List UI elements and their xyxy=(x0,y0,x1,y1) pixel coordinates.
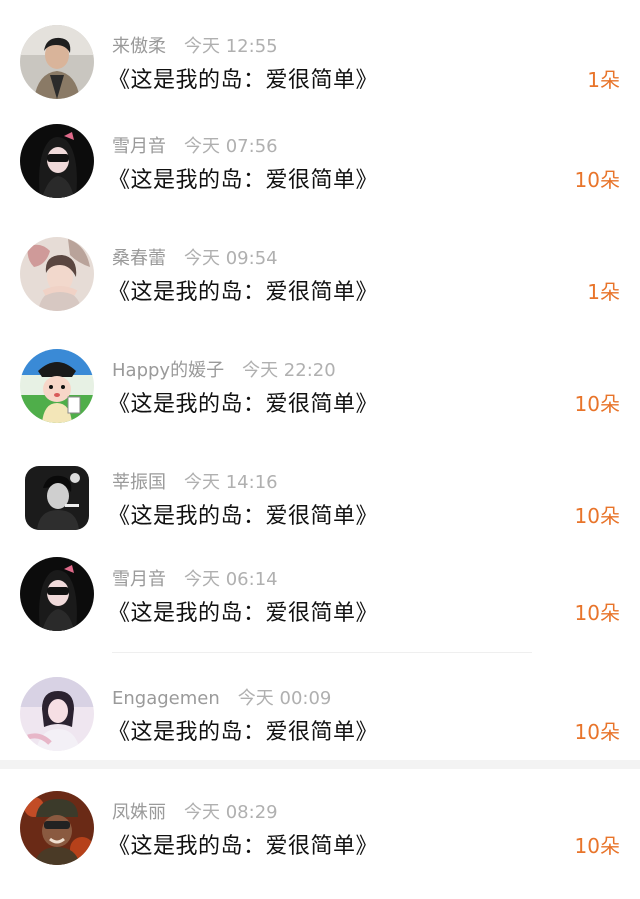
timestamp: 今天 09:54 xyxy=(184,248,278,269)
timestamp: 今天 00:09 xyxy=(237,688,332,709)
list-item[interactable]: 雪月音 今天 06:14 《这是我的岛：爱很简单》 10朵 xyxy=(0,555,640,635)
flower-count: 10朵 xyxy=(574,392,620,416)
flower-count: 10朵 xyxy=(574,834,620,858)
list-item[interactable]: 雪月音 今天 07:56 《这是我的岛：爱很简单》 10朵 xyxy=(0,122,640,202)
sender-name: 雪月音 xyxy=(112,136,166,157)
sender-name: Engagemen xyxy=(112,688,220,709)
book-title: 《这是我的岛：爱很简单》 xyxy=(108,504,379,529)
flower-count: 10朵 xyxy=(574,720,620,744)
meta: 桑春蕾 今天 09:54 xyxy=(112,244,278,270)
flower-count: 1朵 xyxy=(587,280,620,304)
sender-name: 桑春蕾 xyxy=(112,248,166,269)
meta: Engagemen 今天 00:09 xyxy=(112,684,331,710)
sender-name: 凤姝丽 xyxy=(112,802,166,823)
flower-count: 1朵 xyxy=(587,68,620,92)
meta: Happy的媛子 今天 22:20 xyxy=(112,356,336,382)
flower-count: 10朵 xyxy=(574,504,620,528)
meta: 雪月音 今天 07:56 xyxy=(112,132,278,158)
book-title: 《这是我的岛：爱很简单》 xyxy=(108,280,379,305)
divider xyxy=(112,652,532,653)
book-title: 《这是我的岛：爱很简单》 xyxy=(108,834,379,859)
timestamp: 今天 06:14 xyxy=(184,569,278,590)
avatar[interactable] xyxy=(20,237,94,311)
avatar[interactable] xyxy=(20,349,94,423)
sender-name: 来傲柔 xyxy=(112,36,166,57)
flower-count: 10朵 xyxy=(574,601,620,625)
timestamp: 今天 07:56 xyxy=(184,136,278,157)
meta: 莘振国 今天 14:16 xyxy=(112,468,278,494)
book-title: 《这是我的岛：爱很简单》 xyxy=(108,720,379,745)
sender-name: 雪月音 xyxy=(112,569,166,590)
avatar[interactable] xyxy=(20,557,94,631)
timestamp: 今天 22:20 xyxy=(242,360,336,381)
sender-name: Happy的媛子 xyxy=(112,360,225,381)
book-title: 《这是我的岛：爱很简单》 xyxy=(108,601,379,626)
list-item[interactable]: Happy的媛子 今天 22:20 《这是我的岛：爱很简单》 10朵 xyxy=(0,346,640,426)
timestamp: 今天 12:55 xyxy=(184,36,278,57)
book-title: 《这是我的岛：爱很简单》 xyxy=(108,392,379,417)
section-gap xyxy=(0,760,640,769)
list-item[interactable]: 来傲柔 今天 12:55 《这是我的岛：爱很简单》 1朵 xyxy=(0,22,640,102)
timestamp: 今天 14:16 xyxy=(184,472,278,493)
timestamp: 今天 08:29 xyxy=(184,802,278,823)
sender-name: 莘振国 xyxy=(112,472,166,493)
list-item[interactable]: 莘振国 今天 14:16 《这是我的岛：爱很简单》 10朵 xyxy=(0,458,640,538)
avatar[interactable] xyxy=(20,791,94,865)
avatar[interactable] xyxy=(25,466,89,530)
list-item[interactable]: Engagemen 今天 00:09 《这是我的岛：爱很简单》 10朵 xyxy=(0,674,640,754)
meta: 来傲柔 今天 12:55 xyxy=(112,32,278,58)
book-title: 《这是我的岛：爱很简单》 xyxy=(108,168,379,193)
avatar[interactable] xyxy=(20,25,94,99)
flower-count: 10朵 xyxy=(574,168,620,192)
list-item[interactable]: 桑春蕾 今天 09:54 《这是我的岛：爱很简单》 1朵 xyxy=(0,234,640,314)
meta: 凤姝丽 今天 08:29 xyxy=(112,798,278,824)
avatar[interactable] xyxy=(20,124,94,198)
list-item[interactable]: 凤姝丽 今天 08:29 《这是我的岛：爱很简单》 10朵 xyxy=(0,788,640,868)
meta: 雪月音 今天 06:14 xyxy=(112,565,278,591)
avatar[interactable] xyxy=(20,677,94,751)
book-title: 《这是我的岛：爱很简单》 xyxy=(108,68,379,93)
